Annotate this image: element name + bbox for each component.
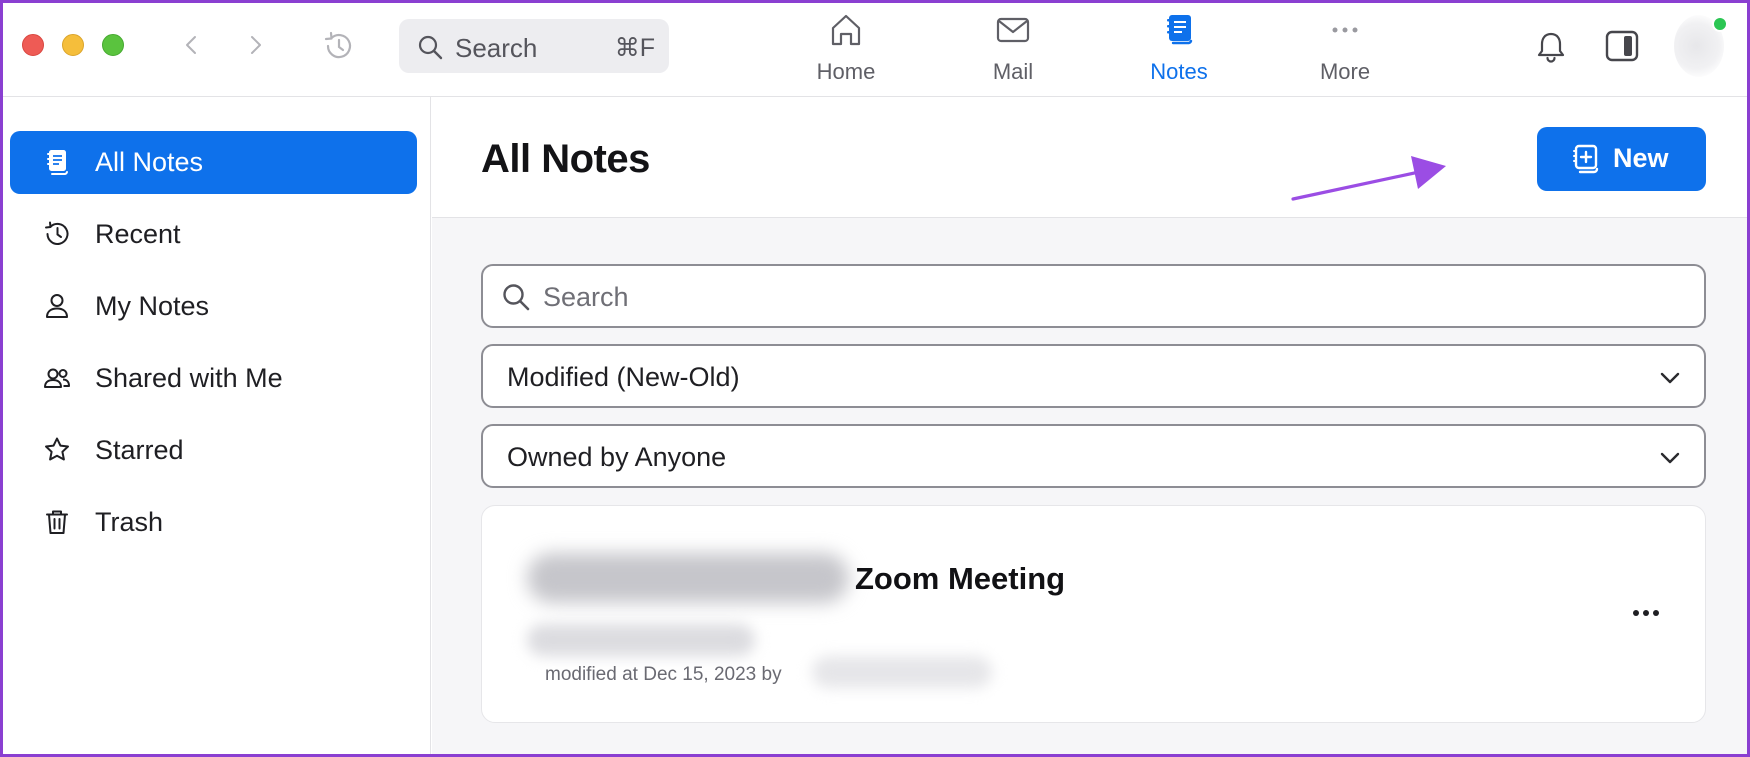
chevron-down-icon [1660, 452, 1680, 464]
tab-home[interactable]: Home [781, 11, 911, 87]
home-icon [831, 14, 861, 46]
notes-search-input[interactable]: Search [481, 264, 1706, 328]
sidebar-item-label: Recent [95, 219, 181, 249]
sidebar-item-label: Trash [95, 507, 164, 537]
tab-notes[interactable]: Notes [1114, 11, 1244, 87]
chevron-left-icon [186, 36, 196, 54]
note-card[interactable]: Zoom Meeting modified at Dec 15, 2023 by [481, 505, 1706, 723]
notes-main-panel: All Notes New Search Modified (New-Old) … [432, 97, 1747, 754]
side-panel-toggle-icon[interactable] [1604, 29, 1640, 63]
forward-button[interactable] [241, 31, 269, 59]
more-icon [1332, 27, 1358, 33]
sidebar-item-label: All Notes [95, 147, 204, 177]
notes-icon [42, 147, 72, 177]
sidebar-item-label: Starred [95, 435, 184, 465]
tab-home-label: Home [816, 59, 876, 84]
notes-icon [1167, 15, 1193, 45]
redacted-subtitle [527, 624, 755, 656]
back-button[interactable] [178, 31, 206, 59]
history-button[interactable] [321, 29, 355, 63]
redacted-owner-name [812, 656, 992, 688]
presence-status-indicator [1712, 16, 1728, 32]
sort-order-select[interactable]: Modified (New-Old) [481, 344, 1706, 408]
trash-icon [42, 507, 72, 537]
owner-filter-select[interactable]: Owned by Anyone [481, 424, 1706, 488]
global-search-box[interactable]: Search ⌘F [399, 19, 669, 73]
sidebar: All Notes Recent My Notes Shared with Me… [3, 97, 431, 754]
search-icon [503, 284, 530, 311]
search-shortcut-hint: ⌘F [614, 34, 655, 62]
sidebar-item-trash[interactable]: Trash [10, 491, 417, 554]
sidebar-item-starred[interactable]: Starred [10, 419, 417, 482]
person-icon [42, 291, 72, 321]
sidebar-item-shared-with-me[interactable]: Shared with Me [10, 347, 417, 410]
sidebar-item-label: Shared with Me [95, 363, 283, 393]
sidebar-item-my-notes[interactable]: My Notes [10, 275, 417, 338]
global-search-label: Search [455, 33, 538, 63]
annotation-arrow-icon [1291, 156, 1446, 201]
tab-notes-label: Notes [1150, 59, 1208, 84]
star-icon [42, 435, 72, 465]
tab-more-label: More [1319, 59, 1371, 84]
sidebar-item-label: My Notes [95, 291, 210, 321]
note-modified-info: modified at Dec 15, 2023 by [545, 664, 782, 685]
redacted-title-prefix [527, 553, 849, 603]
zoom-window-button[interactable] [102, 34, 124, 56]
chevron-right-icon [251, 36, 261, 54]
minimize-window-button[interactable] [62, 34, 84, 56]
mail-icon [996, 17, 1030, 43]
clock-icon [42, 219, 72, 249]
app-window: Search ⌘F Home Mail Notes More All Notes… [3, 3, 1747, 754]
new-note-icon [1573, 144, 1599, 174]
main-header: All Notes New [432, 97, 1747, 218]
search-placeholder: Search [543, 282, 629, 312]
owner-filter-value: Owned by Anyone [507, 442, 727, 472]
page-title: All Notes [481, 137, 650, 181]
tab-mail[interactable]: Mail [948, 11, 1078, 87]
tab-mail-label: Mail [992, 59, 1034, 84]
note-title: Zoom Meeting [855, 561, 1066, 596]
chevron-down-icon [1660, 372, 1680, 384]
tab-more[interactable]: More [1280, 11, 1410, 87]
close-window-button[interactable] [22, 34, 44, 56]
sort-order-value: Modified (New-Old) [507, 362, 740, 392]
people-icon [42, 363, 72, 393]
new-note-button[interactable]: New [1537, 127, 1706, 191]
note-more-options-icon[interactable] [1624, 598, 1668, 628]
search-icon [418, 35, 443, 60]
bell-icon[interactable] [1533, 29, 1569, 65]
top-bar: Search ⌘F Home Mail Notes More [3, 3, 1747, 97]
new-note-label: New [1613, 143, 1669, 173]
sidebar-item-all-notes[interactable]: All Notes [10, 131, 417, 194]
sidebar-item-recent[interactable]: Recent [10, 203, 417, 266]
history-icon [324, 31, 352, 59]
